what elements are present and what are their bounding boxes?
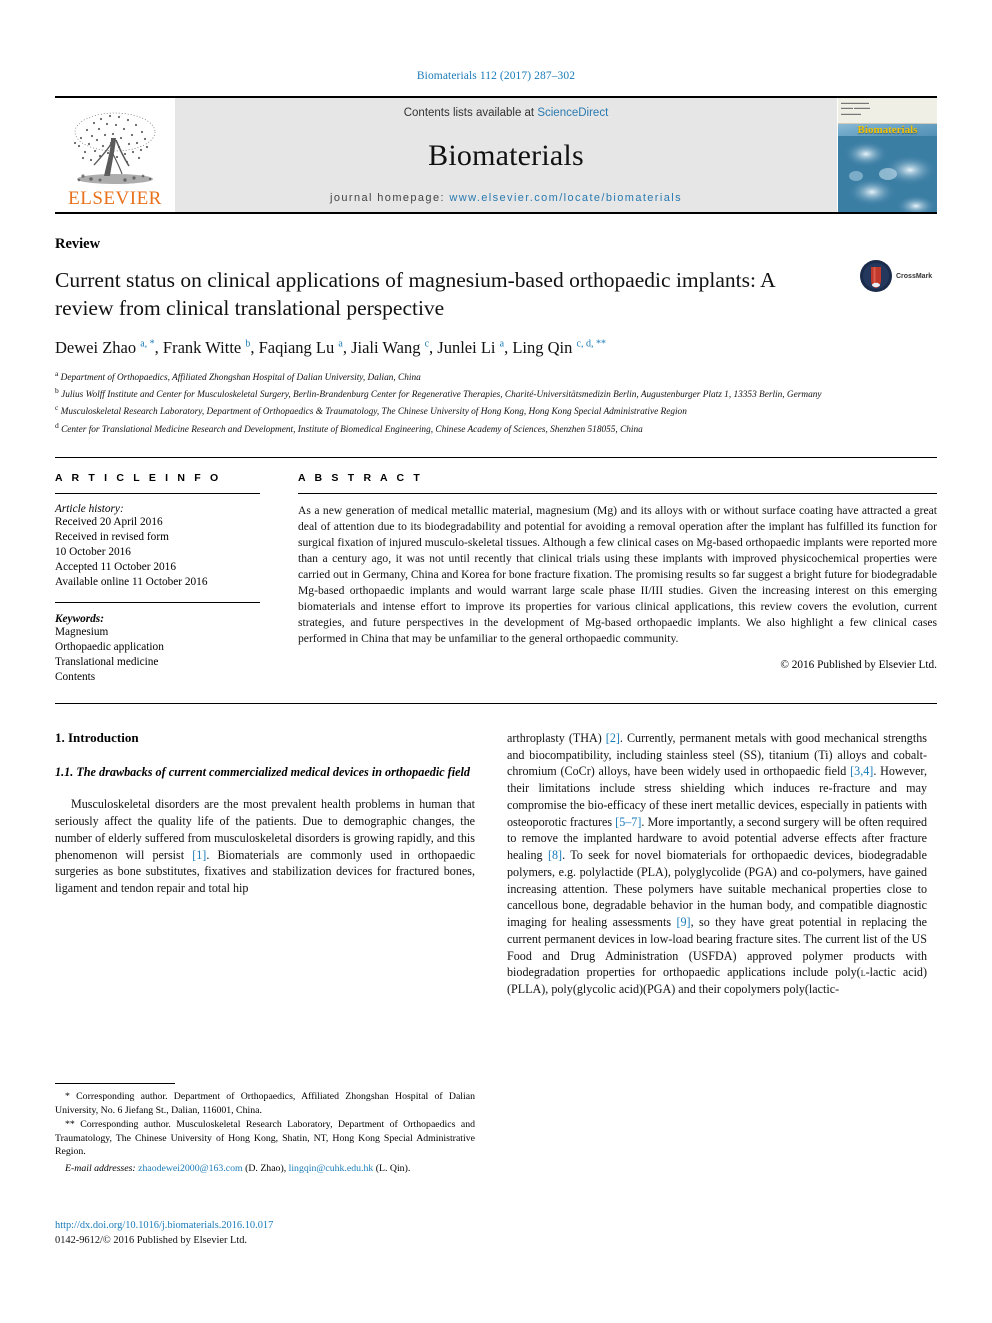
affiliation-item: a Department of Orthopaedics, Affiliated…	[55, 368, 421, 384]
issn-copyright-line: 0142-9612/© 2016 Published by Elsevier L…	[55, 1235, 248, 1247]
journal-cover-thumbnail: ▬▬▬▬▬▬▬ ▬▬▬ ▬▬▬▬ ▬▬▬▬▬ Biomaterials	[837, 98, 937, 212]
article-history-label: Article history:	[55, 502, 124, 515]
keywords-label: Keywords:	[55, 612, 104, 625]
history-line: Received 20 April 2016	[55, 515, 163, 528]
article-page: Biomaterials 112 (2017) 287–302 ELSEVIER…	[0, 0, 992, 1323]
article-info-heading: A R T I C L E I N F O	[55, 471, 222, 484]
body-columns: 1. Introduction 1.1. The drawbacks of cu…	[55, 730, 937, 1006]
section-heading-1: 1. Introduction	[55, 729, 139, 745]
keyword-item: Translational medicine	[55, 655, 159, 668]
affiliation-item: b Julius Wolff Institute and Center for …	[55, 386, 822, 401]
history-line: Accepted 11 October 2016	[55, 560, 176, 573]
author-list: Dewei Zhao a, *, Frank Witte b, Faqiang …	[55, 338, 606, 358]
footnote-block: * Corresponding author. Department of Or…	[55, 1083, 475, 1175]
email-link-zhao[interactable]: zhaodewei2000@163.com	[138, 1163, 243, 1174]
body-paragraph: arthroplasty (THA) [2]. Currently, perma…	[507, 730, 928, 996]
sciencedirect-link[interactable]: ScienceDirect	[537, 107, 608, 119]
affiliation-item: d Center for Translational Medicine Rese…	[55, 420, 643, 435]
email-owner-qin: (L. Qin).	[375, 1162, 411, 1174]
crossmark-badge[interactable]: CrossMark	[859, 258, 937, 294]
history-line: Available online 11 October 2016	[55, 575, 208, 588]
corresponding-author-note-1: * Corresponding author. Department of Or…	[55, 1091, 475, 1116]
elsevier-wordmark: ELSEVIER	[68, 188, 162, 209]
email-addresses-note: E-mail addresses: zhaodewei2000@163.com …	[55, 1162, 475, 1176]
elsevier-tree-icon	[73, 112, 156, 184]
title-block: Review CrossMark Current status on clini…	[55, 236, 937, 437]
article-type-label: Review	[55, 236, 101, 252]
elsevier-logo: ELSEVIER	[55, 98, 175, 212]
contents-available-line: Contents lists available at ScienceDirec…	[404, 107, 609, 119]
email-owner-zhao: (D. Zhao),	[245, 1162, 287, 1174]
corresponding-author-note-2: ** Corresponding author. Musculoskeletal…	[55, 1119, 475, 1158]
section-heading-1-1: 1.1. The drawbacks of current commercial…	[55, 764, 470, 779]
crossmark-label: CrossMark	[896, 272, 933, 280]
body-paragraph: Musculoskeletal disorders are the most p…	[55, 797, 475, 896]
journal-title: Biomaterials	[428, 138, 584, 172]
divider	[55, 1083, 175, 1084]
doi-link[interactable]: http://dx.doi.org/10.1016/j.biomaterials…	[55, 1218, 485, 1233]
running-head: Biomaterials 112 (2017) 287–302	[416, 70, 576, 82]
cover-header-text: ▬▬▬▬▬▬▬ ▬▬▬ ▬▬▬▬ ▬▬▬▬▬	[838, 98, 937, 124]
keyword-item: Orthopaedic application	[55, 640, 164, 653]
abstract-text: As a new generation of medical metallic …	[298, 503, 937, 646]
journal-masthead: ELSEVIER Contents lists available at Sci…	[55, 96, 937, 214]
body-column-right: arthroplasty (THA) [2]. Currently, perma…	[507, 730, 927, 1006]
keyword-item: Magnesium	[55, 625, 109, 638]
abstract-copyright: © 2016 Published by Elsevier Ltd.	[780, 659, 937, 672]
keyword-item: Contents	[55, 670, 96, 683]
cover-journal-title: Biomaterials	[857, 124, 918, 136]
article-info-column: A R T I C L E I N F O Article history: R…	[55, 472, 260, 685]
journal-homepage-line: journal homepage: www.elsevier.com/locat…	[330, 192, 682, 204]
email-label: E-mail addresses:	[65, 1162, 136, 1174]
email-link-qin[interactable]: lingqin@cuhk.edu.hk	[289, 1163, 374, 1174]
abstract-heading: A B S T R A C T	[298, 471, 423, 484]
history-line: Received in revised form	[55, 530, 169, 543]
journal-band: Contents lists available at ScienceDirec…	[175, 98, 837, 212]
abstract-column: A B S T R A C T As a new generation of m…	[298, 472, 937, 685]
homepage-url-link[interactable]: www.elsevier.com/locate/biomaterials	[449, 192, 682, 204]
history-line: 10 October 2016	[55, 545, 131, 558]
cover-artwork-icon	[838, 136, 937, 212]
divider	[55, 590, 260, 603]
divider	[55, 702, 937, 704]
divider	[298, 492, 937, 494]
contents-prefix: Contents lists available at	[403, 107, 535, 119]
body-column-left: 1. Introduction 1.1. The drawbacks of cu…	[55, 730, 475, 1006]
homepage-prefix: journal homepage:	[330, 192, 445, 204]
divider	[55, 492, 260, 494]
affiliation-item: c Musculoskeletal Research Laboratory, D…	[55, 403, 687, 418]
page-title: Current status on clinical applications …	[55, 268, 775, 320]
crossmark-icon	[860, 260, 892, 292]
affiliation-list: a Department of Orthopaedics, Affiliated…	[55, 368, 937, 437]
footer-block: http://dx.doi.org/10.1016/j.biomaterials…	[55, 1218, 485, 1248]
info-abstract-section: A R T I C L E I N F O Article history: R…	[55, 456, 937, 685]
